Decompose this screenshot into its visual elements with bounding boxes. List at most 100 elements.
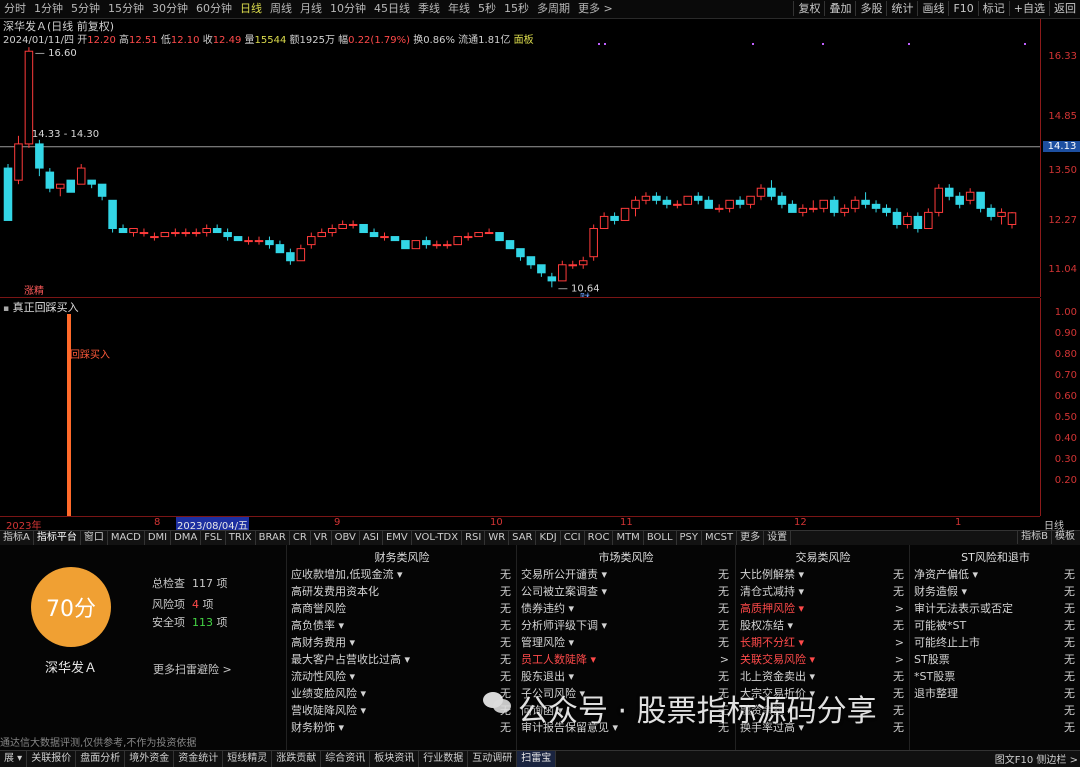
period-tab[interactable]: 更多 > xyxy=(574,2,617,16)
indicator-tab[interactable]: TRIX xyxy=(226,531,256,545)
period-tab[interactable]: 5秒 xyxy=(474,2,500,16)
indicator-tab[interactable]: DMI xyxy=(145,531,172,545)
indicator-collapse-icon[interactable]: ▪ xyxy=(3,304,9,314)
bottom-tab[interactable]: 板块资讯 xyxy=(370,751,420,767)
period-tab[interactable]: 1分钟 xyxy=(30,2,67,16)
risk-row[interactable]: 可能被*ST 无 xyxy=(914,617,1075,634)
risk-row[interactable]: 可能终止上市 无 xyxy=(914,634,1075,651)
period-tab[interactable]: 周线 xyxy=(266,2,296,16)
indicator-tab[interactable]: MTM xyxy=(613,531,644,545)
risk-row[interactable]: 高质押风险 ▾ > xyxy=(740,600,904,617)
indicator-tab[interactable]: 指标平台 xyxy=(34,531,81,545)
period-tab[interactable]: 分时 xyxy=(0,2,30,16)
risk-row[interactable]: 公司被立案调查 ▾ 无 xyxy=(521,583,729,600)
period-tab[interactable]: 45日线 xyxy=(370,2,414,16)
indicator-tab[interactable]: SAR xyxy=(509,531,537,545)
risk-row[interactable]: 流动性风险 ▾ 无 xyxy=(291,668,511,685)
indicator-tab[interactable]: 更多 xyxy=(737,531,765,545)
risk-row[interactable]: 关联交易风险 ▾ > xyxy=(740,651,904,668)
risk-row[interactable]: 高负债率 ▾ 无 xyxy=(291,617,511,634)
indicator-tab[interactable]: BRAR xyxy=(256,531,290,545)
indicator-tab[interactable]: OBV xyxy=(332,531,360,545)
risk-row[interactable]: 应收款增加,低现金流 ▾ 无 xyxy=(291,566,511,583)
risk-row[interactable]: 退市整理 无 xyxy=(914,685,1075,702)
risk-row[interactable]: 长期不分红 ▾ > xyxy=(740,634,904,651)
toolbar-button[interactable]: 画线 xyxy=(917,1,948,16)
indicator-tab-right[interactable]: 指标B xyxy=(1017,530,1051,544)
bottom-tab[interactable]: 短线精灵 xyxy=(223,751,273,767)
indicator-tab[interactable]: VOL-TDX xyxy=(412,531,463,545)
risk-row[interactable]: 高商誉风险 无 xyxy=(291,600,511,617)
indicator-tab[interactable]: ROC xyxy=(585,531,614,545)
indicator-tab[interactable]: MACD xyxy=(108,531,145,545)
period-tab[interactable]: 15分钟 xyxy=(104,2,148,16)
indicator-tab[interactable]: CR xyxy=(290,531,311,545)
risk-row[interactable]: 清仓式减持 ▾ 无 xyxy=(740,583,904,600)
toolbar-button[interactable]: 复权 xyxy=(793,1,824,16)
risk-row[interactable]: 财务造假 ▾ 无 xyxy=(914,583,1075,600)
period-tab[interactable]: 季线 xyxy=(414,2,444,16)
indicator-tab[interactable]: ASI xyxy=(360,531,383,545)
risk-row[interactable]: 股东退出 ▾ 无 xyxy=(521,668,729,685)
risk-row[interactable]: 财务粉饰 ▾ 无 xyxy=(291,719,511,736)
bottom-tab[interactable]: 资金统计 xyxy=(174,751,224,767)
period-tab[interactable]: 10分钟 xyxy=(326,2,370,16)
risk-row[interactable]: *ST股票 无 xyxy=(914,668,1075,685)
bottom-tab[interactable]: 展 ▾ xyxy=(0,751,28,767)
bottom-tab[interactable]: 互动调研 xyxy=(468,751,518,767)
bottom-tab[interactable]: 行业数据 xyxy=(419,751,469,767)
indicator-tab-right[interactable]: 模板 xyxy=(1051,530,1078,544)
sidebar-toggle[interactable]: 图文F10 侧边栏 > xyxy=(995,751,1078,766)
risk-row[interactable]: 北上资金卖出 ▾ 无 xyxy=(740,668,904,685)
period-tab[interactable]: 15秒 xyxy=(500,2,533,16)
toolbar-button[interactable]: F10 xyxy=(948,1,977,16)
indicator-tab[interactable]: PSY xyxy=(677,531,703,545)
more-scan-link[interactable]: 更多扫雷避险 > xyxy=(153,661,232,677)
indicator-tab[interactable]: CCI xyxy=(561,531,585,545)
indicator-chart[interactable]: 回踩买入 xyxy=(0,298,1040,517)
period-tab[interactable]: 30分钟 xyxy=(148,2,192,16)
indicator-tab[interactable]: WR xyxy=(485,531,510,545)
risk-row[interactable]: 员工人数陡降 ▾ > xyxy=(521,651,729,668)
indicator-tab[interactable]: KDJ xyxy=(536,531,561,545)
indicator-tab[interactable]: 设置 xyxy=(764,531,792,545)
risk-row[interactable]: 管理风险 ▾ 无 xyxy=(521,634,729,651)
bottom-tab[interactable]: 扫雷宝 xyxy=(517,751,557,767)
risk-row[interactable]: 业绩变脸风险 ▾ 无 xyxy=(291,685,511,702)
bottom-tab[interactable]: 境外资金 xyxy=(125,751,175,767)
risk-row[interactable]: 营收陡降风险 ▾无 xyxy=(291,702,511,719)
period-tab[interactable]: 年线 xyxy=(444,2,474,16)
indicator-tab[interactable]: MCST xyxy=(702,531,738,545)
toolbar-button[interactable]: 多股 xyxy=(855,1,886,16)
risk-row[interactable]: 审计无法表示或否定 无 xyxy=(914,600,1075,617)
toolbar-button[interactable]: 返回 xyxy=(1049,1,1080,16)
toolbar-button[interactable]: 标记 xyxy=(977,1,1009,16)
risk-row[interactable]: 债券违约 ▾ 无 xyxy=(521,600,729,617)
indicator-tab[interactable]: VR xyxy=(311,531,332,545)
indicator-tab[interactable]: DMA xyxy=(171,531,202,545)
kline-chart[interactable]: — 16.6014.33 - 14.30— 10.64财涨精 xyxy=(0,19,1040,298)
risk-row[interactable]: ST股票 无 xyxy=(914,651,1075,668)
period-tab[interactable]: 60分钟 xyxy=(192,2,236,16)
toolbar-button[interactable]: 叠加 xyxy=(824,1,855,16)
indicator-tab[interactable]: 指标A xyxy=(0,531,34,545)
risk-row[interactable]: 净资产偏低 ▾ 无 xyxy=(914,566,1075,583)
period-tab[interactable]: 5分钟 xyxy=(67,2,104,16)
period-tab[interactable]: 月线 xyxy=(296,2,326,16)
period-tab[interactable]: 多周期 xyxy=(533,2,574,16)
period-tab[interactable]: 日线 xyxy=(236,2,266,16)
toolbar-button[interactable]: +自选 xyxy=(1008,1,1049,16)
risk-row[interactable]: 最大客户占营收比过高 ▾ 无 xyxy=(291,651,511,668)
bottom-tab[interactable]: 盘面分析 xyxy=(76,751,126,767)
bottom-tab[interactable]: 涨跌贡献 xyxy=(272,751,322,767)
risk-row[interactable]: 无 xyxy=(914,702,1075,719)
bottom-tab[interactable]: 综合资讯 xyxy=(321,751,371,767)
indicator-tab[interactable]: EMV xyxy=(383,531,412,545)
risk-row[interactable]: 交易所公开谴责 ▾ 无 xyxy=(521,566,729,583)
bottom-tab[interactable]: 关联报价 xyxy=(27,751,77,767)
toolbar-button[interactable]: 统计 xyxy=(886,1,917,16)
risk-row[interactable]: 无 xyxy=(914,719,1075,736)
risk-row[interactable]: 高财务费用 ▾ 无 xyxy=(291,634,511,651)
panel-link[interactable]: 面板 xyxy=(514,35,534,46)
indicator-tab[interactable]: FSL xyxy=(201,531,226,545)
